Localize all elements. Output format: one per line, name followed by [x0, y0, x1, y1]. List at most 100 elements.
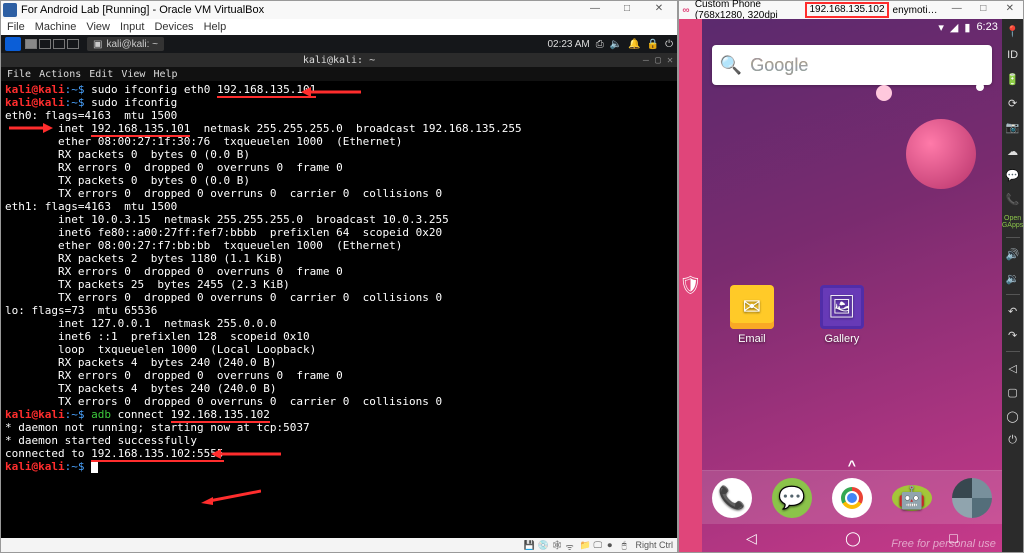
usb-icon: ᯤ: [565, 540, 575, 550]
power-icon[interactable]: ⏻: [665, 39, 673, 50]
terminal-line: kali@kali:~$ sudo ifconfig: [5, 96, 673, 109]
geny-close-button[interactable]: ✕: [999, 2, 1021, 18]
nav-home-icon[interactable]: ◯: [845, 530, 861, 547]
workspace-1[interactable]: [25, 39, 37, 49]
terminal-line: TX errors 0 dropped 0 overruns 0 carrier…: [5, 187, 673, 200]
kali-tray: 02:23 AM ⎙ 🔈 🔔 🔒 ⏻: [547, 39, 673, 50]
notifications-icon[interactable]: 🔔: [628, 39, 640, 50]
volume-down-icon[interactable]: 🔉: [1005, 270, 1021, 286]
term-menu-edit[interactable]: Edit: [89, 68, 113, 81]
terminal-minimize-icon[interactable]: —: [643, 54, 649, 67]
terminal-line: eth1: flags=4163 mtu 1500: [5, 200, 673, 213]
volume-up-icon[interactable]: 🔊: [1005, 246, 1021, 262]
vbox-menu-devices[interactable]: Devices: [152, 21, 195, 33]
close-button[interactable]: ✕: [643, 2, 675, 18]
shield-icon[interactable]: 🛡: [679, 275, 702, 296]
geny-title-suffix: enymoti…: [893, 5, 938, 16]
terminal-line: * daemon not running; starting now at tc…: [5, 421, 673, 434]
terminal-close-icon[interactable]: ✕: [667, 54, 673, 67]
android-screen[interactable]: ▾ ◢ ▮ 6:23 🔍 Google ✉ Email 🖼 Gallery: [702, 19, 1002, 552]
app-camera[interactable]: [942, 478, 1002, 518]
vbox-title: For Android Lab [Running] - Oracle VM Vi…: [21, 4, 264, 16]
taskbar-terminal[interactable]: ▣ kali@kali: ~: [87, 37, 164, 51]
terminal-title: kali@kali: ~: [303, 54, 375, 67]
terminal-titlebar[interactable]: kali@kali: ~ — ▢ ✕: [1, 53, 677, 67]
maximize-button[interactable]: □: [611, 2, 643, 18]
search-icon: 🔍: [720, 55, 742, 76]
android-statusbar[interactable]: ▾ ◢ ▮ 6:23: [702, 19, 1002, 35]
terminal-line: TX packets 4 bytes 240 (240.0 B): [5, 382, 673, 395]
vbox-menu-file[interactable]: File: [5, 21, 27, 33]
vbox-menu-input[interactable]: Input: [118, 21, 146, 33]
nav-back-tool-icon[interactable]: ◁: [1005, 360, 1021, 376]
geny-body: 🛡 ▾ ◢ ▮ 6:23 🔍 Google ✉ Email: [679, 19, 1023, 552]
power-tool-icon[interactable]: ⏻: [1005, 432, 1021, 448]
virtualbox-window: For Android Lab [Running] - Oracle VM Vi…: [0, 0, 678, 553]
sms-tool-icon[interactable]: 💬: [1005, 167, 1021, 183]
lock-icon[interactable]: 🔒: [647, 39, 659, 50]
android-navbar: ◁ ◯ □ Free for personal use: [702, 524, 1002, 552]
display-icon: 🖵: [593, 540, 603, 550]
vbox-icon: [3, 3, 17, 17]
term-menu-file[interactable]: File: [7, 68, 31, 81]
vbox-menu-help[interactable]: Help: [202, 21, 229, 33]
terminal-window[interactable]: kali@kali: ~ — ▢ ✕ File Actions Edit Vie…: [1, 53, 677, 538]
terminal-line: RX packets 0 bytes 0 (0.0 B): [5, 148, 673, 161]
geny-right-toolbar: 📍 ID 🔋 ⟳ 📷 ☁ 💬 📞 OpenGApps 🔊 🔉 ↶ ↷ ◁ ▢ ◯…: [1002, 19, 1023, 552]
terminal-line: * daemon started successfully: [5, 434, 673, 447]
workspace-4[interactable]: [67, 39, 79, 49]
geny-left-toolbar: 🛡: [679, 19, 702, 552]
geny-minimize-button[interactable]: —: [946, 2, 968, 18]
google-search-widget[interactable]: 🔍 Google: [712, 45, 992, 85]
vbox-menu-machine[interactable]: Machine: [33, 21, 79, 33]
rotate-right-icon[interactable]: ↷: [1005, 327, 1021, 343]
gps-icon[interactable]: 📍: [1005, 23, 1021, 39]
kali-logo-icon[interactable]: [5, 37, 21, 51]
camera-icon: [952, 478, 992, 518]
phone-tool-icon[interactable]: 📞: [1005, 191, 1021, 207]
terminal-line: lo: flags=73 mtu 65536: [5, 304, 673, 317]
app-messages[interactable]: 💬: [762, 478, 822, 518]
minimize-button[interactable]: —: [579, 2, 611, 18]
rotate-icon[interactable]: ⟳: [1005, 95, 1021, 111]
vbox-menu-view[interactable]: View: [84, 21, 112, 33]
term-menu-view[interactable]: View: [121, 68, 145, 81]
app-android[interactable]: 🤖: [882, 485, 942, 511]
hotseat: 📞 💬 🤖: [702, 470, 1002, 524]
remote-icon[interactable]: ☁: [1005, 143, 1021, 159]
nav-back-icon[interactable]: ◁: [746, 530, 757, 547]
geny-maximize-button[interactable]: □: [972, 2, 994, 18]
app-email-label: Email: [738, 333, 766, 345]
app-email[interactable]: ✉ Email: [722, 285, 782, 345]
id-icon[interactable]: ID: [1005, 47, 1021, 63]
battery-icon[interactable]: 🔋: [1005, 71, 1021, 87]
opengapps-icon[interactable]: OpenGApps: [1002, 215, 1023, 229]
rotate-left-icon[interactable]: ↶: [1005, 303, 1021, 319]
term-menu-actions[interactable]: Actions: [39, 68, 81, 81]
terminal-maximize-icon[interactable]: ▢: [655, 54, 661, 67]
network-icon[interactable]: ⎙: [596, 39, 604, 50]
terminal-body[interactable]: kali@kali:~$ sudo ifconfig eth0 192.168.…: [1, 81, 677, 475]
workspace-3[interactable]: [53, 39, 65, 49]
term-menu-help[interactable]: Help: [153, 68, 177, 81]
app-chrome[interactable]: [822, 478, 882, 518]
messages-icon: 💬: [772, 478, 812, 518]
camera-tool-icon[interactable]: 📷: [1005, 119, 1021, 135]
app-gallery[interactable]: 🖼 Gallery: [812, 285, 872, 345]
vbox-statusbar: 💾 💿 🕸 ᯤ 📁 🖵 ⏺ 🖰 Right Ctrl: [1, 538, 677, 552]
watermark: Free for personal use: [891, 538, 996, 550]
app-phone[interactable]: 📞: [702, 478, 762, 518]
nav-home-tool-icon[interactable]: ◯: [1005, 408, 1021, 424]
geny-titlebar[interactable]: ∞ Custom Phone (768x1280, 320dpi 192.168…: [679, 1, 1023, 19]
terminal-line: ether 08:00:27:1f:30:76 txqueuelen 1000 …: [5, 135, 673, 148]
volume-icon[interactable]: 🔈: [610, 39, 622, 50]
optical-icon: 💿: [537, 540, 547, 550]
terminal-line: TX errors 0 dropped 0 overruns 0 carrier…: [5, 395, 673, 408]
vbox-titlebar[interactable]: For Android Lab [Running] - Oracle VM Vi…: [1, 1, 677, 19]
battery-status-icon: ▮: [964, 21, 970, 34]
workspace-2[interactable]: [39, 39, 51, 49]
chrome-icon: [832, 478, 872, 518]
nav-recent-tool-icon[interactable]: ▢: [1005, 384, 1021, 400]
terminal-line: ether 08:00:27:f7:bb:bb txqueuelen 1000 …: [5, 239, 673, 252]
taskbar-terminal-label: kali@kali: ~: [106, 39, 158, 50]
